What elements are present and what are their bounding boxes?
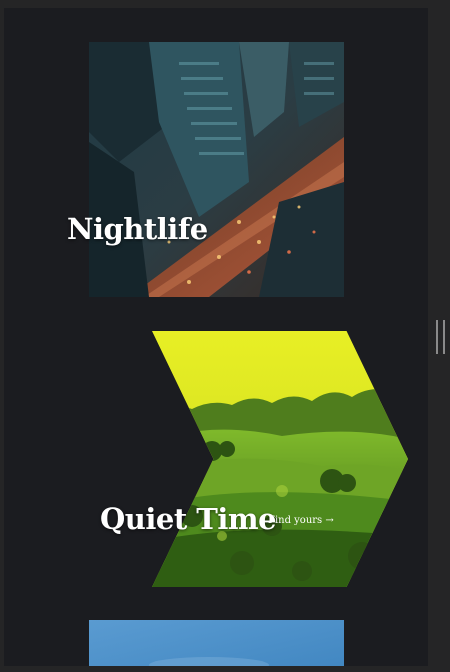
nightlife-title: Nightlife	[67, 212, 208, 246]
scrollbar-thumb[interactable]	[436, 320, 445, 354]
city-night-aerial-image	[89, 42, 344, 297]
green-hills-image	[152, 331, 408, 587]
page-viewport: Nightlife Quiet Time Find yours →	[4, 8, 428, 666]
find-yours-link[interactable]: Find yours →	[268, 515, 334, 526]
sky-image	[89, 620, 344, 666]
quiet-time-title: Quiet Time	[100, 502, 277, 536]
